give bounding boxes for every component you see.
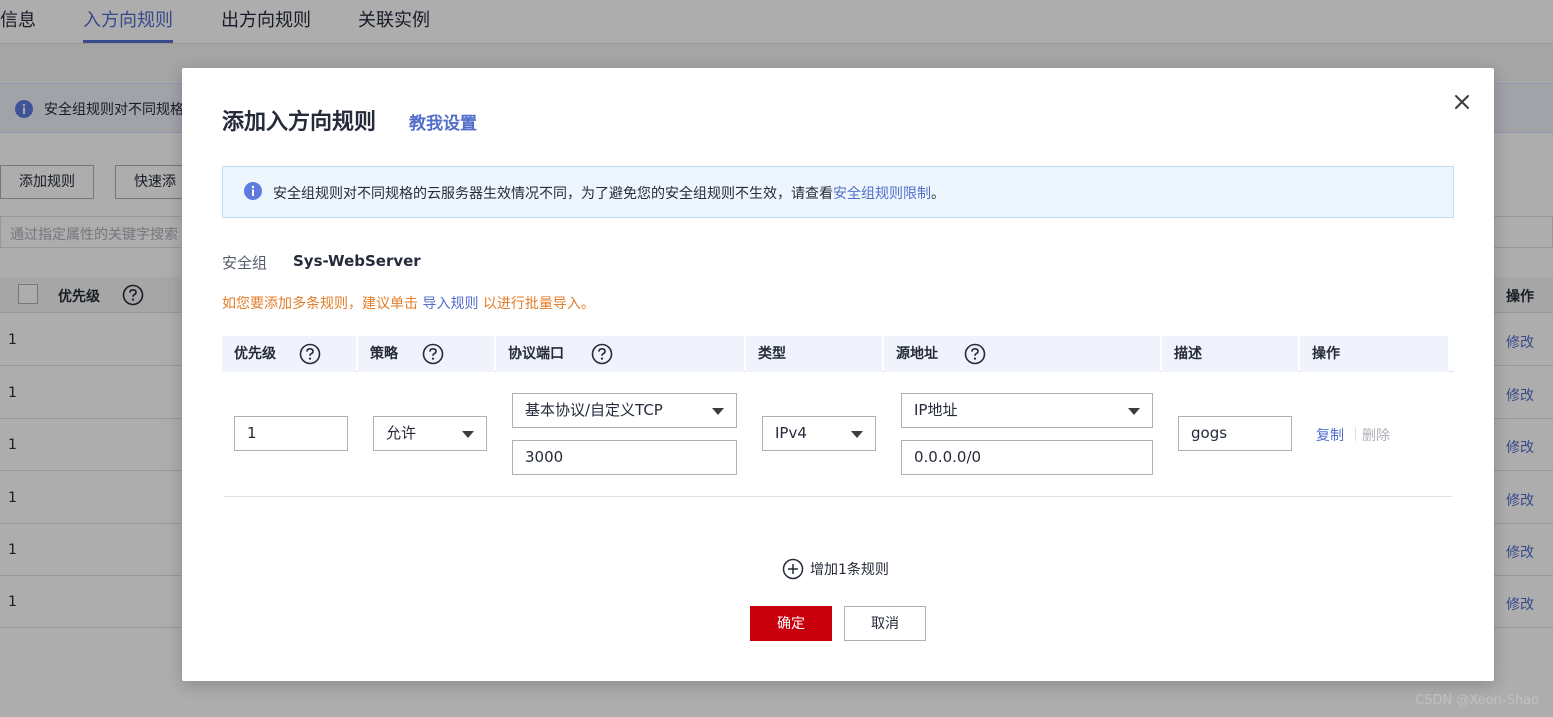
port-input[interactable]: 3000 [512,440,737,475]
column-header-action: 操作 [1300,336,1448,372]
column-label: 源地址 [896,346,938,362]
dialog-title: 添加入方向规则 [222,110,377,135]
policy-select[interactable]: 允许 [373,416,487,451]
copy-rule-button[interactable]: 复制 [1316,425,1344,445]
add-inbound-rule-dialog: 添加入方向规则 教我设置 安全组规则对不同规格的云服务器生效情况不同，为了避免您… [182,68,1494,681]
dialog-alert-text: 安全组规则对不同规格的云服务器生效情况不同，为了避免您的安全组规则不生效，请查看… [273,183,945,203]
bulk-import-tip: 如您要添加多条规则，建议单击 导入规则 以进行批量导入。 [222,293,595,313]
alert-message: 安全组规则对不同规格的云服务器生效情况不同，为了避免您的安全组规则不生效，请查看 [273,186,833,202]
column-header-policy: 策略 [358,336,494,372]
add-rule-label: 增加1条规则 [810,562,889,578]
close-icon[interactable] [1450,90,1474,114]
help-icon[interactable] [964,343,986,379]
ip-type-select[interactable]: IPv4 [762,416,876,451]
help-link[interactable]: 教我设置 [409,109,477,134]
source-address-input[interactable]: 0.0.0.0/0 [901,440,1153,475]
column-header-type: 类型 [746,336,882,372]
column-label: 类型 [758,346,786,362]
alert-suffix: 。 [931,186,945,202]
delete-rule-button[interactable]: 删除 [1362,425,1390,445]
security-group-value: Sys-WebServer [293,252,421,270]
action-divider [1355,427,1356,441]
column-label: 描述 [1174,346,1202,362]
tip-prefix: 如您要添加多条规则，建议单击 [222,296,423,312]
tip-suffix: 以进行批量导入。 [478,296,595,312]
cancel-button[interactable]: 取消 [844,606,926,641]
column-label: 策略 [370,346,398,362]
column-header-description: 描述 [1162,336,1298,372]
help-icon[interactable] [422,343,444,379]
protocol-select[interactable]: 基本协议/自定义TCP [512,393,737,428]
rule-limit-link[interactable]: 安全组规则限制 [833,186,931,202]
rule-table-header: 优先级 策略 协议端口 类型 源地址 描述 操作 [222,336,1454,372]
column-header-priority: 优先级 [222,336,356,372]
source-type-select[interactable]: IP地址 [901,393,1153,428]
column-label: 优先级 [234,346,276,362]
dialog-alert: 安全组规则对不同规格的云服务器生效情况不同，为了避免您的安全组规则不生效，请查看… [222,166,1454,218]
confirm-button[interactable]: 确定 [750,606,832,641]
column-label: 操作 [1312,346,1340,362]
help-icon[interactable] [299,343,321,379]
description-input[interactable]: gogs [1178,416,1292,451]
priority-input[interactable]: 1 [234,416,348,451]
column-label: 协议端口 [508,346,564,362]
row-divider [224,496,1452,497]
column-header-source: 源地址 [884,336,1160,372]
help-icon[interactable] [591,343,613,379]
info-icon [243,181,263,205]
column-header-protocol-port: 协议端口 [496,336,744,372]
security-group-label: 安全组 [222,254,268,272]
plus-circle-icon [782,558,804,584]
watermark: CSDN @Xeon-Shao [1415,693,1539,708]
import-rules-link[interactable]: 导入规则 [422,296,478,312]
